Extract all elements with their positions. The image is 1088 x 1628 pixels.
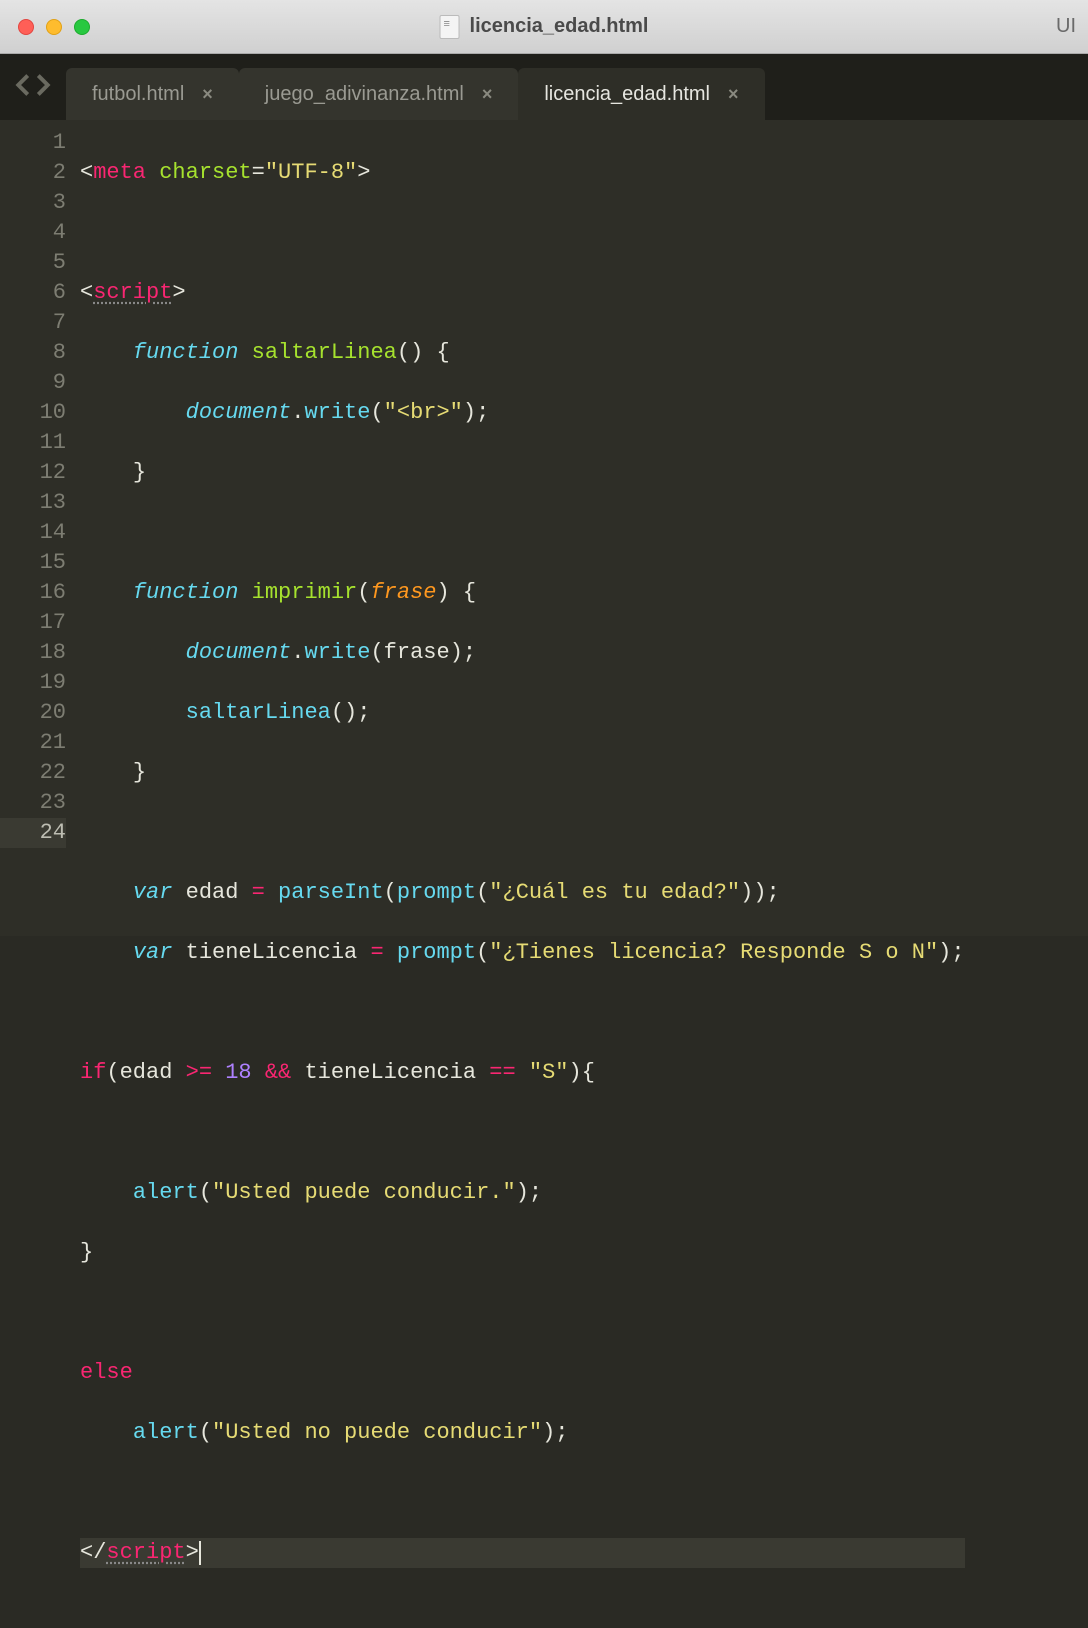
line-number: 15: [0, 548, 66, 578]
code-line: var edad = parseInt(prompt("¿Cuál es tu …: [80, 878, 965, 908]
window-title-text: licencia_edad.html: [470, 15, 649, 38]
close-window-button[interactable]: [18, 19, 34, 35]
code-content[interactable]: <meta charset="UTF-8"> <script> function…: [80, 120, 965, 936]
tab-licencia-edad[interactable]: licencia_edad.html ×: [518, 68, 764, 120]
code-line: [80, 218, 965, 248]
code-line: function saltarLinea() {: [80, 338, 965, 368]
code-line: }: [80, 1238, 965, 1268]
code-line: [80, 818, 965, 848]
code-line: function imprimir(frase) {: [80, 578, 965, 608]
code-line: document.write("<br>");: [80, 398, 965, 428]
tab-label: licencia_edad.html: [544, 83, 710, 106]
code-line: alert("Usted no puede conducir");: [80, 1418, 965, 1448]
code-line: <meta charset="UTF-8">: [80, 158, 965, 188]
line-number: 9: [0, 368, 66, 398]
line-number: 21: [0, 728, 66, 758]
close-icon[interactable]: ×: [728, 84, 739, 105]
line-number: 4: [0, 218, 66, 248]
text-cursor: [199, 1541, 201, 1565]
line-number: 22: [0, 758, 66, 788]
line-number: 16: [0, 578, 66, 608]
tab-futbol[interactable]: futbol.html ×: [66, 68, 239, 120]
code-line: [80, 1118, 965, 1148]
close-icon[interactable]: ×: [202, 84, 213, 105]
tab-strip: futbol.html × juego_adivinanza.html × li…: [0, 54, 1088, 120]
file-icon: [440, 15, 460, 39]
line-number: 8: [0, 338, 66, 368]
code-line: [80, 1298, 965, 1328]
code-editor[interactable]: 123456789101112131415161718192021222324 …: [0, 120, 1088, 936]
code-line: document.write(frase);: [80, 638, 965, 668]
line-number: 2: [0, 158, 66, 188]
window-controls: [18, 19, 90, 35]
line-number: 20: [0, 698, 66, 728]
window-titlebar: licencia_edad.html UI: [0, 0, 1088, 54]
code-line: saltarLinea();: [80, 698, 965, 728]
close-icon[interactable]: ×: [482, 84, 493, 105]
minimize-window-button[interactable]: [46, 19, 62, 35]
line-number: 14: [0, 518, 66, 548]
nav-forward-icon[interactable]: [34, 74, 52, 101]
code-line: </script>: [80, 1538, 965, 1568]
tab-label: juego_adivinanza.html: [265, 83, 464, 106]
line-number: 1: [0, 128, 66, 158]
code-line: }: [80, 758, 965, 788]
line-number: 5: [0, 248, 66, 278]
line-number: 24: [0, 818, 66, 848]
line-number: 3: [0, 188, 66, 218]
line-number: 19: [0, 668, 66, 698]
code-line: else: [80, 1358, 965, 1388]
code-line: [80, 1478, 965, 1508]
code-line: }: [80, 458, 965, 488]
nav-back-icon[interactable]: [14, 74, 32, 101]
tab-juego-adivinanza[interactable]: juego_adivinanza.html ×: [239, 68, 519, 120]
line-number: 10: [0, 398, 66, 428]
line-number: 6: [0, 278, 66, 308]
tabs-container: futbol.html × juego_adivinanza.html × li…: [66, 54, 1088, 120]
code-line: if(edad >= 18 && tieneLicencia == "S"){: [80, 1058, 965, 1088]
code-line: [80, 998, 965, 1028]
line-number: 12: [0, 458, 66, 488]
line-number: 18: [0, 638, 66, 668]
line-number: 13: [0, 488, 66, 518]
code-line: <script>: [80, 278, 965, 308]
code-line: [80, 518, 965, 548]
maximize-window-button[interactable]: [74, 19, 90, 35]
tab-label: futbol.html: [92, 83, 184, 106]
window-title: licencia_edad.html: [440, 15, 649, 39]
line-number: 17: [0, 608, 66, 638]
line-number: 23: [0, 788, 66, 818]
tab-history-nav: [0, 54, 66, 120]
line-number-gutter: 123456789101112131415161718192021222324: [0, 120, 80, 936]
window-title-right-truncated: UI: [1056, 15, 1076, 38]
code-line: var tieneLicencia = prompt("¿Tienes lice…: [80, 938, 965, 968]
line-number: 7: [0, 308, 66, 338]
line-number: 11: [0, 428, 66, 458]
code-line: alert("Usted puede conducir.");: [80, 1178, 965, 1208]
